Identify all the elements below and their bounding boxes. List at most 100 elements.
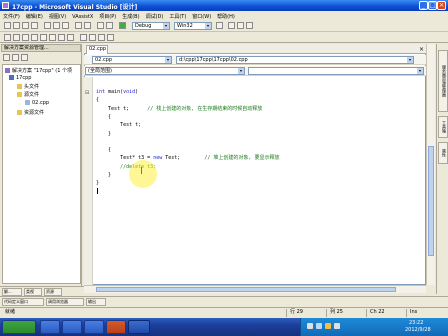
tree-node-project[interactable]: 17cpp [9,75,31,81]
tab-properties[interactable]: 属性 [438,142,448,164]
solution-tree: 解决方案 "17cpp" (1 个项 17cpp 头文件 源文件 02.cpp … [2,64,81,284]
tray-icon[interactable] [325,323,331,329]
folder-icon [17,110,22,115]
tab-02cpp[interactable]: 02.cpp [86,45,108,54]
toolbar-icon[interactable] [89,34,96,41]
code-text: { [96,113,112,120]
code-line: { [96,97,99,103]
tray-icon[interactable] [307,323,313,329]
tab-solution[interactable]: 解... [2,288,22,296]
tray-icon[interactable] [334,323,340,329]
vertical-scrollbar[interactable] [426,44,435,285]
tree-node-label: 头文件 [24,84,40,90]
code-line: } [96,180,99,186]
code-text: Test t; [96,105,148,112]
start-button[interactable] [2,320,36,334]
tree-node-header-files[interactable]: 头文件 [17,83,39,90]
status-col: 列 25 [326,309,343,317]
tab-code-definition[interactable]: 代码定义窗口 [2,298,44,306]
undo-icon[interactable] [75,22,82,29]
taskbar-app[interactable] [106,320,126,334]
collapse-icon[interactable]: ⊟ [85,90,89,96]
toolbar-icon[interactable] [58,34,65,41]
save-icon[interactable] [22,22,29,29]
code-text: } [96,130,112,137]
tree-node-resource-files[interactable]: 资源文件 [17,109,44,116]
tab-call-browser[interactable]: 调用浏览器 [46,298,84,306]
toolbar-icon[interactable] [98,34,105,41]
config-dropdown[interactable]: Debug ▾ [132,22,170,30]
show-all-files-icon[interactable] [12,54,19,61]
properties-icon[interactable] [3,54,10,61]
solution-explorer-icon[interactable] [228,22,235,29]
text-caret [97,188,98,194]
paste-icon[interactable] [62,22,69,29]
code-line: int main(void) [96,89,138,95]
scroll-thumb[interactable] [96,287,396,292]
right-dock-bar: 服务器资源管理器 工具箱 属性 [436,44,448,294]
clock-time: 23:22 [409,320,424,326]
tree-node-02cpp[interactable]: 02.cpp [25,100,49,106]
toolbar-icon[interactable] [31,34,38,41]
file-combo[interactable]: 02.cpp ▾ [92,56,172,64]
tab-class-view[interactable]: 类视 [24,288,42,296]
tab-output[interactable]: 输出 [86,298,106,306]
cpp-file-icon [25,100,30,105]
open-file-icon[interactable] [13,22,20,29]
code-line: } [96,172,111,178]
new-file-icon[interactable] [4,22,11,29]
document-tab-bar [84,44,426,54]
tree-node-label: 17cpp [16,75,32,81]
chevron-down-icon: ▾ [407,57,413,63]
toolbar-icon[interactable] [4,34,11,41]
taskbar-app-active[interactable] [128,320,150,334]
tree-node-source-files[interactable]: 源文件 [17,91,39,98]
redo-icon[interactable] [84,22,91,29]
horizontal-scrollbar[interactable] [84,285,426,293]
scope-combo[interactable]: (全局范围) ▾ [85,67,245,75]
path-combo[interactable]: d:\cpp\17cpp\17cpp\02.cpp ▾ [176,56,414,64]
toolbar-icon[interactable] [67,34,74,41]
tab-toolbox[interactable]: 工具箱 [438,116,448,138]
cursor-highlight [129,160,157,188]
file-path-row: 02.cpp ▾ d:\cpp\17cpp\17cpp\02.cpp ▾ [84,55,426,65]
navigate-forward-icon[interactable] [106,22,113,29]
toolbox-icon[interactable] [246,22,253,29]
code-text: main( [105,89,124,95]
close-document-icon[interactable]: × [419,46,424,53]
maximize-button[interactable]: □ [428,1,437,10]
properties-icon[interactable] [237,22,244,29]
close-button[interactable]: × [437,1,446,10]
tree-node-label: 源文件 [24,92,40,98]
code-text: Test t; [96,122,142,129]
start-debug-icon[interactable] [119,22,126,29]
tab-resource-view[interactable]: 资源 [44,288,62,296]
status-ch: Ch 22 [366,309,385,317]
member-combo[interactable]: ▾ [248,67,424,75]
tab-server-explorer[interactable]: 服务器资源管理器 [438,50,448,112]
clock-date: 2012/9/28 [405,327,431,333]
taskbar-app[interactable] [40,320,60,334]
taskbar-app[interactable] [62,320,82,334]
platform-dropdown[interactable]: Win32 ▾ [174,22,212,30]
toolbar-icon[interactable] [80,34,87,41]
scroll-thumb[interactable] [428,146,434,256]
minimize-button[interactable]: _ [419,1,428,10]
tray-icon[interactable] [316,323,322,329]
copy-icon[interactable] [53,22,60,29]
toolbar-icon[interactable] [49,34,56,41]
toolbar-icon[interactable] [40,34,47,41]
chevron-down-icon: ▾ [238,68,244,74]
code-text: { [96,147,112,154]
cut-icon[interactable] [44,22,51,29]
toolbar-icon[interactable] [13,34,20,41]
save-all-icon[interactable] [31,22,38,29]
tree-node-solution[interactable]: 解决方案 "17cpp" (1 个项 [5,67,72,74]
refresh-icon[interactable] [21,54,28,61]
toolbar-icon[interactable] [107,34,114,41]
toolbar-icon[interactable] [22,34,29,41]
find-icon[interactable] [216,22,223,29]
status-row: 行 29 [286,309,303,317]
taskbar-app[interactable] [84,320,104,334]
navigate-back-icon[interactable] [97,22,104,29]
